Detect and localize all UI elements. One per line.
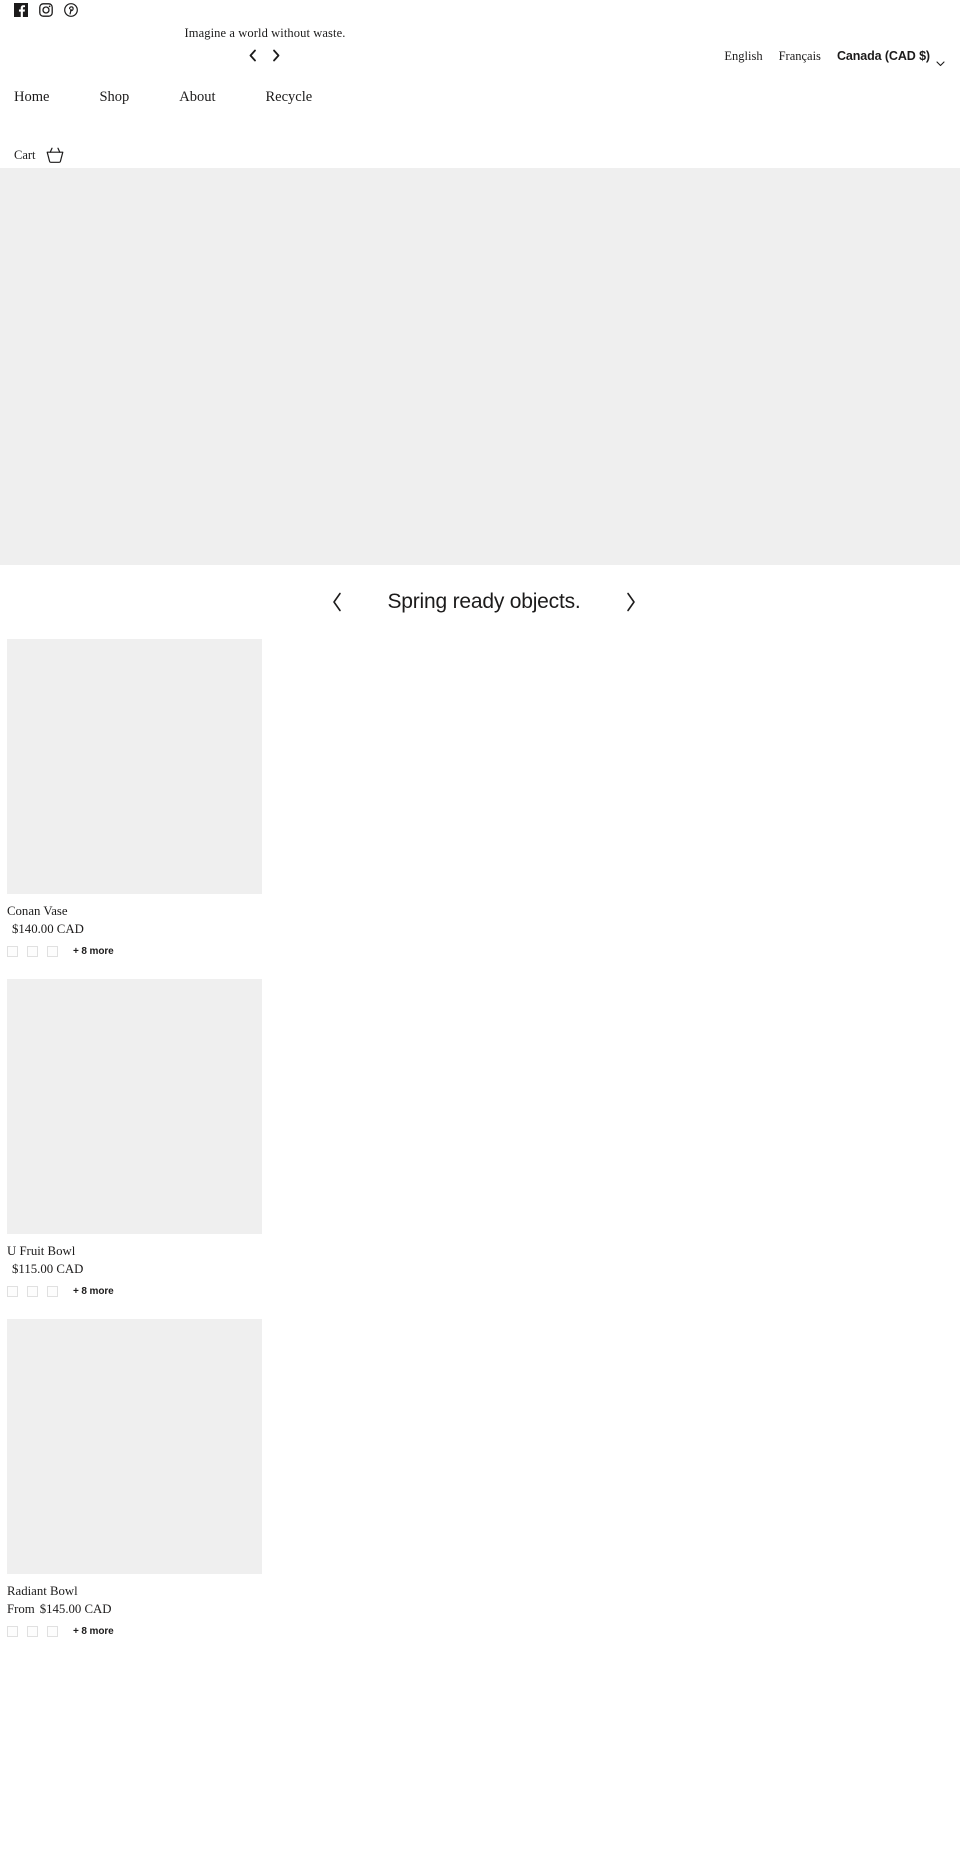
product-title[interactable]: U Fruit Bowl xyxy=(7,1243,960,1260)
announcement-next-button[interactable] xyxy=(268,47,284,63)
product-price: $115.00 CAD xyxy=(7,1261,960,1278)
main-navigation: Home Shop About Recycle Cart xyxy=(0,82,960,168)
instagram-icon[interactable] xyxy=(39,3,53,17)
nav-links: Home Shop About Recycle xyxy=(14,87,330,107)
language-option-francais[interactable]: Français xyxy=(771,48,829,64)
price-value: $145.00 CAD xyxy=(39,1602,112,1616)
product-image[interactable] xyxy=(7,979,262,1234)
color-swatch[interactable] xyxy=(7,1286,18,1297)
announcement-text: Imagine a world without waste. xyxy=(184,26,346,40)
language-option-english[interactable]: English xyxy=(716,48,770,64)
color-swatch[interactable] xyxy=(27,1626,38,1637)
color-swatches: + 8 more xyxy=(7,1286,960,1297)
more-colors-label[interactable]: + 8 more xyxy=(73,1626,114,1637)
color-swatch[interactable] xyxy=(47,1626,58,1637)
currency-selector-label: Canada (CAD $) xyxy=(836,49,930,63)
product-price: $140.00 CAD xyxy=(7,921,960,938)
price-value: $115.00 CAD xyxy=(12,1262,84,1276)
social-links xyxy=(14,3,78,17)
announcement-prev-button[interactable] xyxy=(245,47,261,63)
nav-link-shop[interactable]: Shop xyxy=(99,87,147,107)
more-colors-label[interactable]: + 8 more xyxy=(73,1286,114,1297)
nav-link-about[interactable]: About xyxy=(179,87,233,107)
top-utility-bar: Imagine a world without waste. English F… xyxy=(0,0,960,82)
announcement-carousel-controls xyxy=(185,47,346,63)
product-image[interactable] xyxy=(7,639,262,894)
color-swatches: + 8 more xyxy=(7,1626,960,1637)
cart-button[interactable]: Cart xyxy=(14,146,65,164)
hero-banner-image xyxy=(0,168,960,565)
nav-link-recycle[interactable]: Recycle xyxy=(266,87,331,107)
color-swatch[interactable] xyxy=(27,1286,38,1297)
product-card[interactable]: U Fruit Bowl $115.00 CAD + 8 more xyxy=(7,979,960,1297)
chevron-down-icon xyxy=(935,58,946,69)
product-price: From $145.00 CAD xyxy=(7,1601,960,1618)
color-swatch[interactable] xyxy=(47,1286,58,1297)
product-image[interactable] xyxy=(7,1319,262,1574)
facebook-icon[interactable] xyxy=(14,3,28,17)
price-prefix: From xyxy=(7,1602,35,1616)
color-swatch[interactable] xyxy=(27,946,38,957)
product-title[interactable]: Conan Vase xyxy=(7,903,960,920)
color-swatch[interactable] xyxy=(7,946,18,957)
product-list: Conan Vase $140.00 CAD + 8 more U Fruit … xyxy=(0,639,960,1637)
pinterest-icon[interactable] xyxy=(64,3,78,17)
collection-prev-button[interactable] xyxy=(320,585,354,619)
nav-link-home[interactable]: Home xyxy=(14,87,67,107)
product-title[interactable]: Radiant Bowl xyxy=(7,1583,960,1600)
product-card[interactable]: Radiant Bowl From $145.00 CAD + 8 more xyxy=(7,1319,960,1637)
locale-selectors: English Français Canada (CAD $) xyxy=(716,48,946,67)
shopping-basket-icon xyxy=(45,146,65,164)
more-colors-label[interactable]: + 8 more xyxy=(73,946,114,957)
currency-selector[interactable]: Canada (CAD $) xyxy=(829,48,946,67)
color-swatch[interactable] xyxy=(47,946,58,957)
cart-label: Cart xyxy=(14,148,36,162)
product-card[interactable]: Conan Vase $140.00 CAD + 8 more xyxy=(7,639,960,957)
price-value: $140.00 CAD xyxy=(12,922,84,936)
color-swatches: + 8 more xyxy=(7,946,960,957)
collection-title: Spring ready objects. xyxy=(387,590,581,613)
collection-carousel-header: Spring ready objects. xyxy=(0,565,960,639)
color-swatch[interactable] xyxy=(7,1626,18,1637)
collection-next-button[interactable] xyxy=(614,585,648,619)
